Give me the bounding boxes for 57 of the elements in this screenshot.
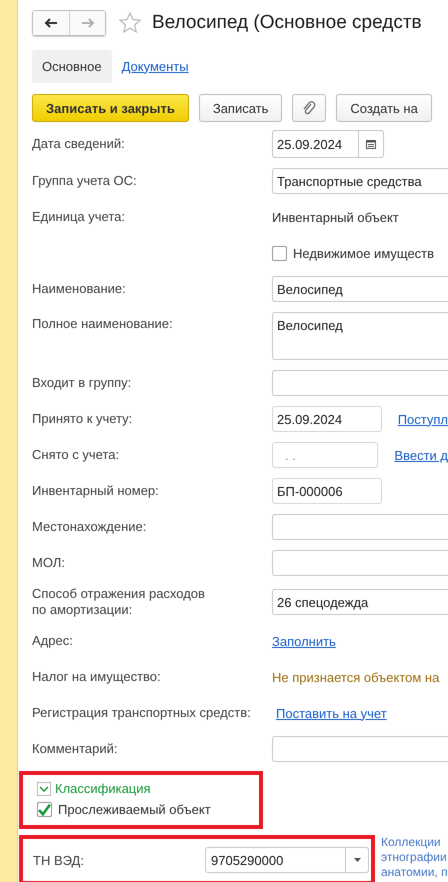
input-field[interactable]: 25.09.2024 (272, 406, 382, 432)
toolbar-button[interactable]: Записать (198, 94, 282, 122)
field-value: Инвентарный объект (272, 210, 399, 224)
checkbox[interactable]: Прослеживаемый объект (37, 802, 211, 817)
right-arrow-icon (80, 18, 94, 28)
field-label: Регистрация транспортных средств: (32, 705, 252, 721)
link[interactable]: Ввести д (394, 448, 448, 462)
text-area[interactable]: Велосипед (272, 312, 448, 360)
field-value: Не признается объектом на (272, 670, 440, 684)
field-label: Полное наименование: (32, 315, 174, 332)
checkmark-icon (38, 802, 51, 816)
field-label: Местонахождение: (32, 519, 148, 535)
field-label: Наименование: (32, 281, 127, 297)
field-label: МОЛ: (32, 555, 66, 571)
input-field[interactable]: 26 спецодежда (272, 589, 448, 615)
field-label: Группа учета ОС: (32, 173, 138, 189)
field-label: Инвентарный номер: (32, 483, 160, 499)
field-label: ТН ВЭД: (33, 852, 85, 868)
date-field[interactable]: 25.09.2024 (272, 130, 384, 158)
paperclip-icon (302, 100, 316, 116)
description-line: Коллекции (381, 835, 442, 850)
checkbox[interactable]: Недвижимое имуществ (272, 246, 434, 260)
window-title: Велосипед (Основное средств (152, 12, 422, 34)
input-field[interactable] (272, 514, 448, 540)
description-line: анатомии, п (381, 865, 448, 880)
input-field[interactable] (272, 370, 448, 396)
field-label: Единица учета: (32, 209, 126, 225)
field-label: Способ отражения расходов по амортизации: (32, 586, 206, 618)
group-toggle[interactable]: Классификация (37, 781, 151, 796)
link[interactable]: Заполнить (272, 634, 336, 648)
back-button[interactable] (33, 11, 69, 35)
tab[interactable]: Основное (32, 50, 112, 82)
input-field[interactable]: БП-000006 (272, 478, 382, 504)
field-label: Дата сведений: (32, 136, 126, 152)
attach-button[interactable] (292, 94, 326, 122)
left-arrow-icon (44, 18, 58, 28)
input-field[interactable] (272, 736, 448, 762)
star-icon[interactable] (118, 11, 142, 35)
description-line: этнографии (381, 850, 448, 865)
calendar-icon (366, 139, 376, 149)
field-label: Адрес: (32, 633, 74, 649)
save-and-close-button[interactable]: Записать и закрыть (32, 94, 189, 122)
link[interactable]: Поставить на учет (276, 706, 387, 720)
chevron-icon (37, 782, 51, 796)
link[interactable]: Поступл (398, 412, 448, 426)
input-field[interactable]: Транспортные средства (272, 168, 448, 194)
toolbar-button[interactable]: Создать на (336, 94, 432, 122)
combo-field[interactable]: 9705290000 (205, 847, 369, 873)
dropdown-icon (354, 858, 360, 862)
tab[interactable]: Документы (112, 50, 199, 82)
field-label: Входит в группу: (32, 375, 132, 391)
field-label: Налог на имущество: (32, 669, 162, 685)
field-label: Снято с учета: (32, 447, 120, 463)
input-field[interactable] (272, 550, 448, 576)
field-label: Комментарий: (32, 741, 118, 757)
field-label: Принято к учету: (32, 411, 134, 427)
input-field[interactable]: Велосипед (272, 276, 448, 302)
